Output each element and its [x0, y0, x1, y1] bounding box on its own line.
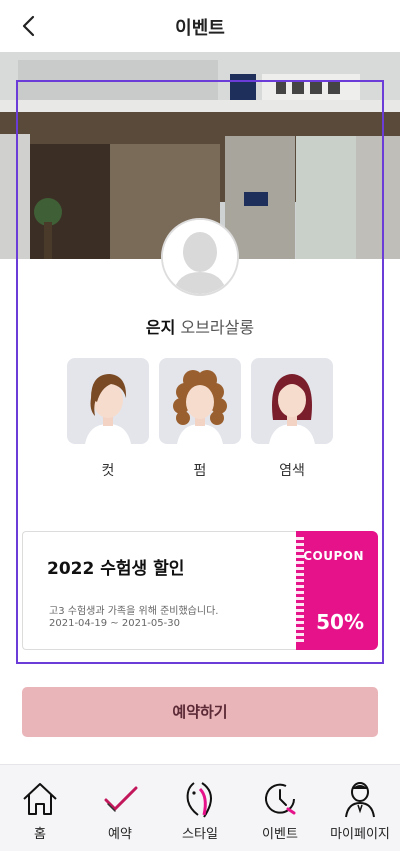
- dyed-hair-icon: [269, 374, 315, 444]
- designer-shop-line: 은지 오브라살롱: [0, 314, 400, 338]
- event-clock-icon: [265, 783, 296, 815]
- coupon-description: 고3 수험생과 가족을 위해 준비했습니다.: [49, 606, 219, 617]
- shop-name: 오브라살롱: [180, 318, 255, 337]
- service-tile: [67, 358, 149, 444]
- user-silhouette-icon: [163, 220, 237, 294]
- mypage-icon: [345, 782, 375, 818]
- curly-hair-icon: [173, 370, 227, 444]
- tab-style[interactable]: 스타일: [160, 765, 240, 851]
- tab-label: 예약: [108, 827, 132, 842]
- tab-label: 스타일: [182, 827, 218, 842]
- service-label: 컷: [101, 463, 115, 479]
- service-tile: [159, 358, 241, 444]
- coupon-title: 2022 수험생 할인: [47, 559, 185, 579]
- service-perm[interactable]: 펌: [159, 358, 241, 480]
- check-icon: [104, 786, 138, 812]
- service-label: 염색: [279, 463, 305, 479]
- coupon-badge: COUPON: [303, 549, 364, 563]
- tab-reservation[interactable]: 예약: [80, 765, 160, 851]
- service-tile: [251, 358, 333, 444]
- reserve-button[interactable]: 예약하기: [22, 687, 378, 737]
- designer-avatar: [161, 218, 239, 296]
- tab-label: 이벤트: [262, 827, 298, 842]
- tab-label: 마이페이지: [330, 827, 390, 842]
- short-hair-icon: [85, 374, 131, 444]
- coupon-period: 2021-04-19 ~ 2021-05-30: [49, 618, 180, 629]
- tab-label: 홈: [34, 827, 46, 842]
- home-icon: [23, 783, 57, 815]
- tab-mypage[interactable]: 마이페이지: [320, 765, 400, 851]
- coupon-discount: 50%: [316, 610, 364, 634]
- tab-event[interactable]: 이벤트: [240, 765, 320, 851]
- page-title: 이벤트: [175, 18, 225, 39]
- style-icon: [186, 782, 212, 818]
- bottom-tab-bar: 홈 예약 스타일 이벤트 마이페이지: [0, 764, 400, 851]
- tab-home[interactable]: 홈: [0, 765, 80, 851]
- service-cut[interactable]: 컷: [67, 358, 149, 480]
- event-coupon[interactable]: 2022 수험생 할인 고3 수험생과 가족을 위해 준비했습니다. 2021-…: [22, 531, 378, 650]
- coupon-stub: COUPON 50%: [296, 531, 378, 650]
- designer-name: 은지: [145, 318, 176, 337]
- service-label: 펌: [193, 463, 207, 479]
- header-bar: 이벤트: [0, 0, 400, 52]
- coupon-info: 2022 수험생 할인 고3 수험생과 가족을 위해 준비했습니다. 2021-…: [22, 531, 298, 650]
- service-color[interactable]: 염색: [251, 358, 333, 480]
